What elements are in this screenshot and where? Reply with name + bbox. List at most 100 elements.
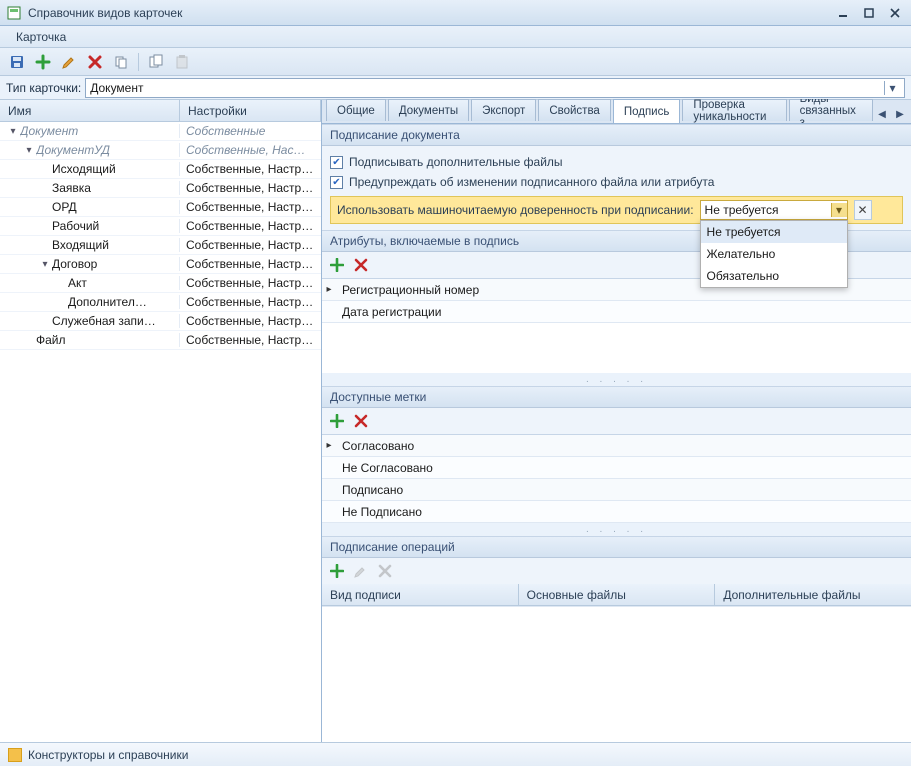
ops-delete-button[interactable] <box>376 562 394 580</box>
tree-node-settings: Собственные, Настро… <box>180 314 321 328</box>
tree-node-name: Служебная запи… <box>52 314 179 328</box>
edit-button[interactable] <box>58 51 80 73</box>
tree-node-name: Рабочий <box>52 219 179 233</box>
tree-row[interactable]: РабочийСобственные, Настро… <box>0 217 321 236</box>
ops-col-extra[interactable]: Дополнительные файлы <box>715 584 911 605</box>
paste-button[interactable] <box>171 51 193 73</box>
tab-2[interactable]: Экспорт <box>471 99 536 121</box>
tree-node-settings: Собственные, Настро… <box>180 276 321 290</box>
tree-node-name: ОРД <box>52 200 179 214</box>
tab-5[interactable]: Проверка уникальности <box>682 99 786 121</box>
tab-3[interactable]: Свойства <box>538 99 611 121</box>
splitter[interactable]: . . . . . <box>322 373 911 386</box>
checkbox-icon[interactable]: ✔ <box>330 176 343 189</box>
copy-button[interactable] <box>110 51 132 73</box>
marks-row[interactable]: Не Согласовано <box>322 457 911 479</box>
col-settings-header[interactable]: Настройки <box>180 100 321 121</box>
tree-row[interactable]: ▾ДоговорСобственные, Настро… <box>0 255 321 274</box>
ops-grid-headers: Вид подписи Основные файлы Дополнительны… <box>322 584 911 606</box>
ops-add-button[interactable] <box>328 562 346 580</box>
ops-edit-button[interactable] <box>352 562 370 580</box>
marks-row[interactable]: Не Подписано <box>322 501 911 523</box>
expand-icon[interactable]: ▾ <box>38 259 52 270</box>
section-ops-header: Подписание операций <box>322 536 911 558</box>
poa-option[interactable]: Обязательно <box>701 265 847 287</box>
marks-delete-button[interactable] <box>352 412 370 430</box>
ops-col-type[interactable]: Вид подписи <box>322 584 519 605</box>
tree-node-name: Дополнител… <box>68 295 179 309</box>
tree-node-name: Файл <box>36 333 179 347</box>
marks-grid[interactable]: ▸Согласовано Не Согласовано Подписано Не… <box>322 434 911 523</box>
ops-col-main[interactable]: Основные файлы <box>519 584 716 605</box>
status-text[interactable]: Конструкторы и справочники <box>28 748 188 762</box>
chk-warn-change[interactable]: ✔ Предупреждать об изменении подписанног… <box>330 172 903 192</box>
tree-row[interactable]: ИсходящийСобственные, Настро… <box>0 160 321 179</box>
minimize-button[interactable] <box>833 5 853 21</box>
tree-node-settings: Собственные, Настро… <box>180 181 321 195</box>
folder-icon <box>8 748 22 762</box>
tab-4[interactable]: Подпись <box>613 99 681 123</box>
tree-row[interactable]: ОРДСобственные, Настро… <box>0 198 321 217</box>
toolbar-separator <box>138 53 139 71</box>
tree-panel: Имя Настройки ▾ДокументСобственные▾Докум… <box>0 100 322 742</box>
tree-node-settings: Собственные, Настро… <box>180 162 321 176</box>
tree-node-name: ДокументУД <box>36 143 179 157</box>
tree-row[interactable]: Служебная запи…Собственные, Настро… <box>0 312 321 331</box>
save-button[interactable] <box>6 51 28 73</box>
tree-node-settings: Собственные, Настро… <box>180 238 321 252</box>
marks-row[interactable]: ▸Согласовано <box>322 435 911 457</box>
tree-row[interactable]: ▾ДокументУДСобственные, Наст… <box>0 141 321 160</box>
titlebar: Справочник видов карточек <box>0 0 911 26</box>
attrs-row[interactable]: Дата регистрации <box>322 301 911 323</box>
col-name-header[interactable]: Имя <box>0 100 180 121</box>
chevron-down-icon[interactable]: ▾ <box>884 81 900 95</box>
tree-row[interactable]: ЗаявкаСобственные, Настро… <box>0 179 321 198</box>
tree-node-name: Договор <box>52 257 179 271</box>
card-type-label: Тип карточки: <box>6 81 81 95</box>
attrs-delete-button[interactable] <box>352 256 370 274</box>
marks-cell: Не Подписано <box>336 505 428 519</box>
menu-card[interactable]: Карточка <box>8 27 74 47</box>
section-signing-header: Подписание документа <box>322 124 911 146</box>
tree-row[interactable]: ВходящийСобственные, Настро… <box>0 236 321 255</box>
poa-combo[interactable]: Не требуется ▾ Не требуется Желательно О… <box>700 200 848 220</box>
app-icon <box>6 5 22 21</box>
tab-0[interactable]: Общие <box>326 99 386 121</box>
poa-option[interactable]: Желательно <box>701 243 847 265</box>
tab-1[interactable]: Документы <box>388 99 469 121</box>
tree-row[interactable]: Дополнител…Собственные, Настро… <box>0 293 321 312</box>
tab-scroll-left-icon[interactable]: ◀ <box>875 107 889 121</box>
close-button[interactable] <box>885 5 905 21</box>
tabstrip: ОбщиеДокументыЭкспортСвойстваПодписьПров… <box>322 100 911 124</box>
tab-nav: ◀ ▶ <box>875 107 907 123</box>
row-marker-icon: ▸ <box>322 284 336 295</box>
marks-add-button[interactable] <box>328 412 346 430</box>
attrs-add-button[interactable] <box>328 256 346 274</box>
tab-6[interactable]: Виды связанных з <box>789 99 873 121</box>
tree-node-name: Входящий <box>52 238 179 252</box>
marks-row[interactable]: Подписано <box>322 479 911 501</box>
poa-option[interactable]: Не требуется <box>701 221 847 243</box>
delete-button[interactable] <box>84 51 106 73</box>
duplicate-button[interactable] <box>145 51 167 73</box>
attrs-empty <box>322 323 911 373</box>
tree-row[interactable]: ФайлСобственные, Настро… <box>0 331 321 350</box>
maximize-button[interactable] <box>859 5 879 21</box>
ops-grid-empty[interactable] <box>322 606 911 742</box>
toolbar <box>0 48 911 76</box>
chk-sign-additional[interactable]: ✔ Подписывать дополнительные файлы <box>330 152 903 172</box>
expand-icon[interactable]: ▾ <box>22 145 36 156</box>
expand-icon[interactable]: ▾ <box>6 126 20 137</box>
tab-scroll-right-icon[interactable]: ▶ <box>893 107 907 121</box>
card-type-combo[interactable]: Документ ▾ <box>85 78 905 98</box>
menubar: Карточка <box>0 26 911 48</box>
splitter[interactable]: . . . . . <box>322 523 911 536</box>
tree-body[interactable]: ▾ДокументСобственные▾ДокументУДСобственн… <box>0 122 321 742</box>
add-button[interactable] <box>32 51 54 73</box>
checkbox-icon[interactable]: ✔ <box>330 156 343 169</box>
poa-dropdown-list[interactable]: Не требуется Желательно Обязательно <box>700 220 848 288</box>
tree-row[interactable]: АктСобственные, Настро… <box>0 274 321 293</box>
chevron-down-icon[interactable]: ▾ <box>831 203 847 217</box>
tree-row[interactable]: ▾ДокументСобственные <box>0 122 321 141</box>
poa-clear-button[interactable]: ✕ <box>854 200 872 220</box>
